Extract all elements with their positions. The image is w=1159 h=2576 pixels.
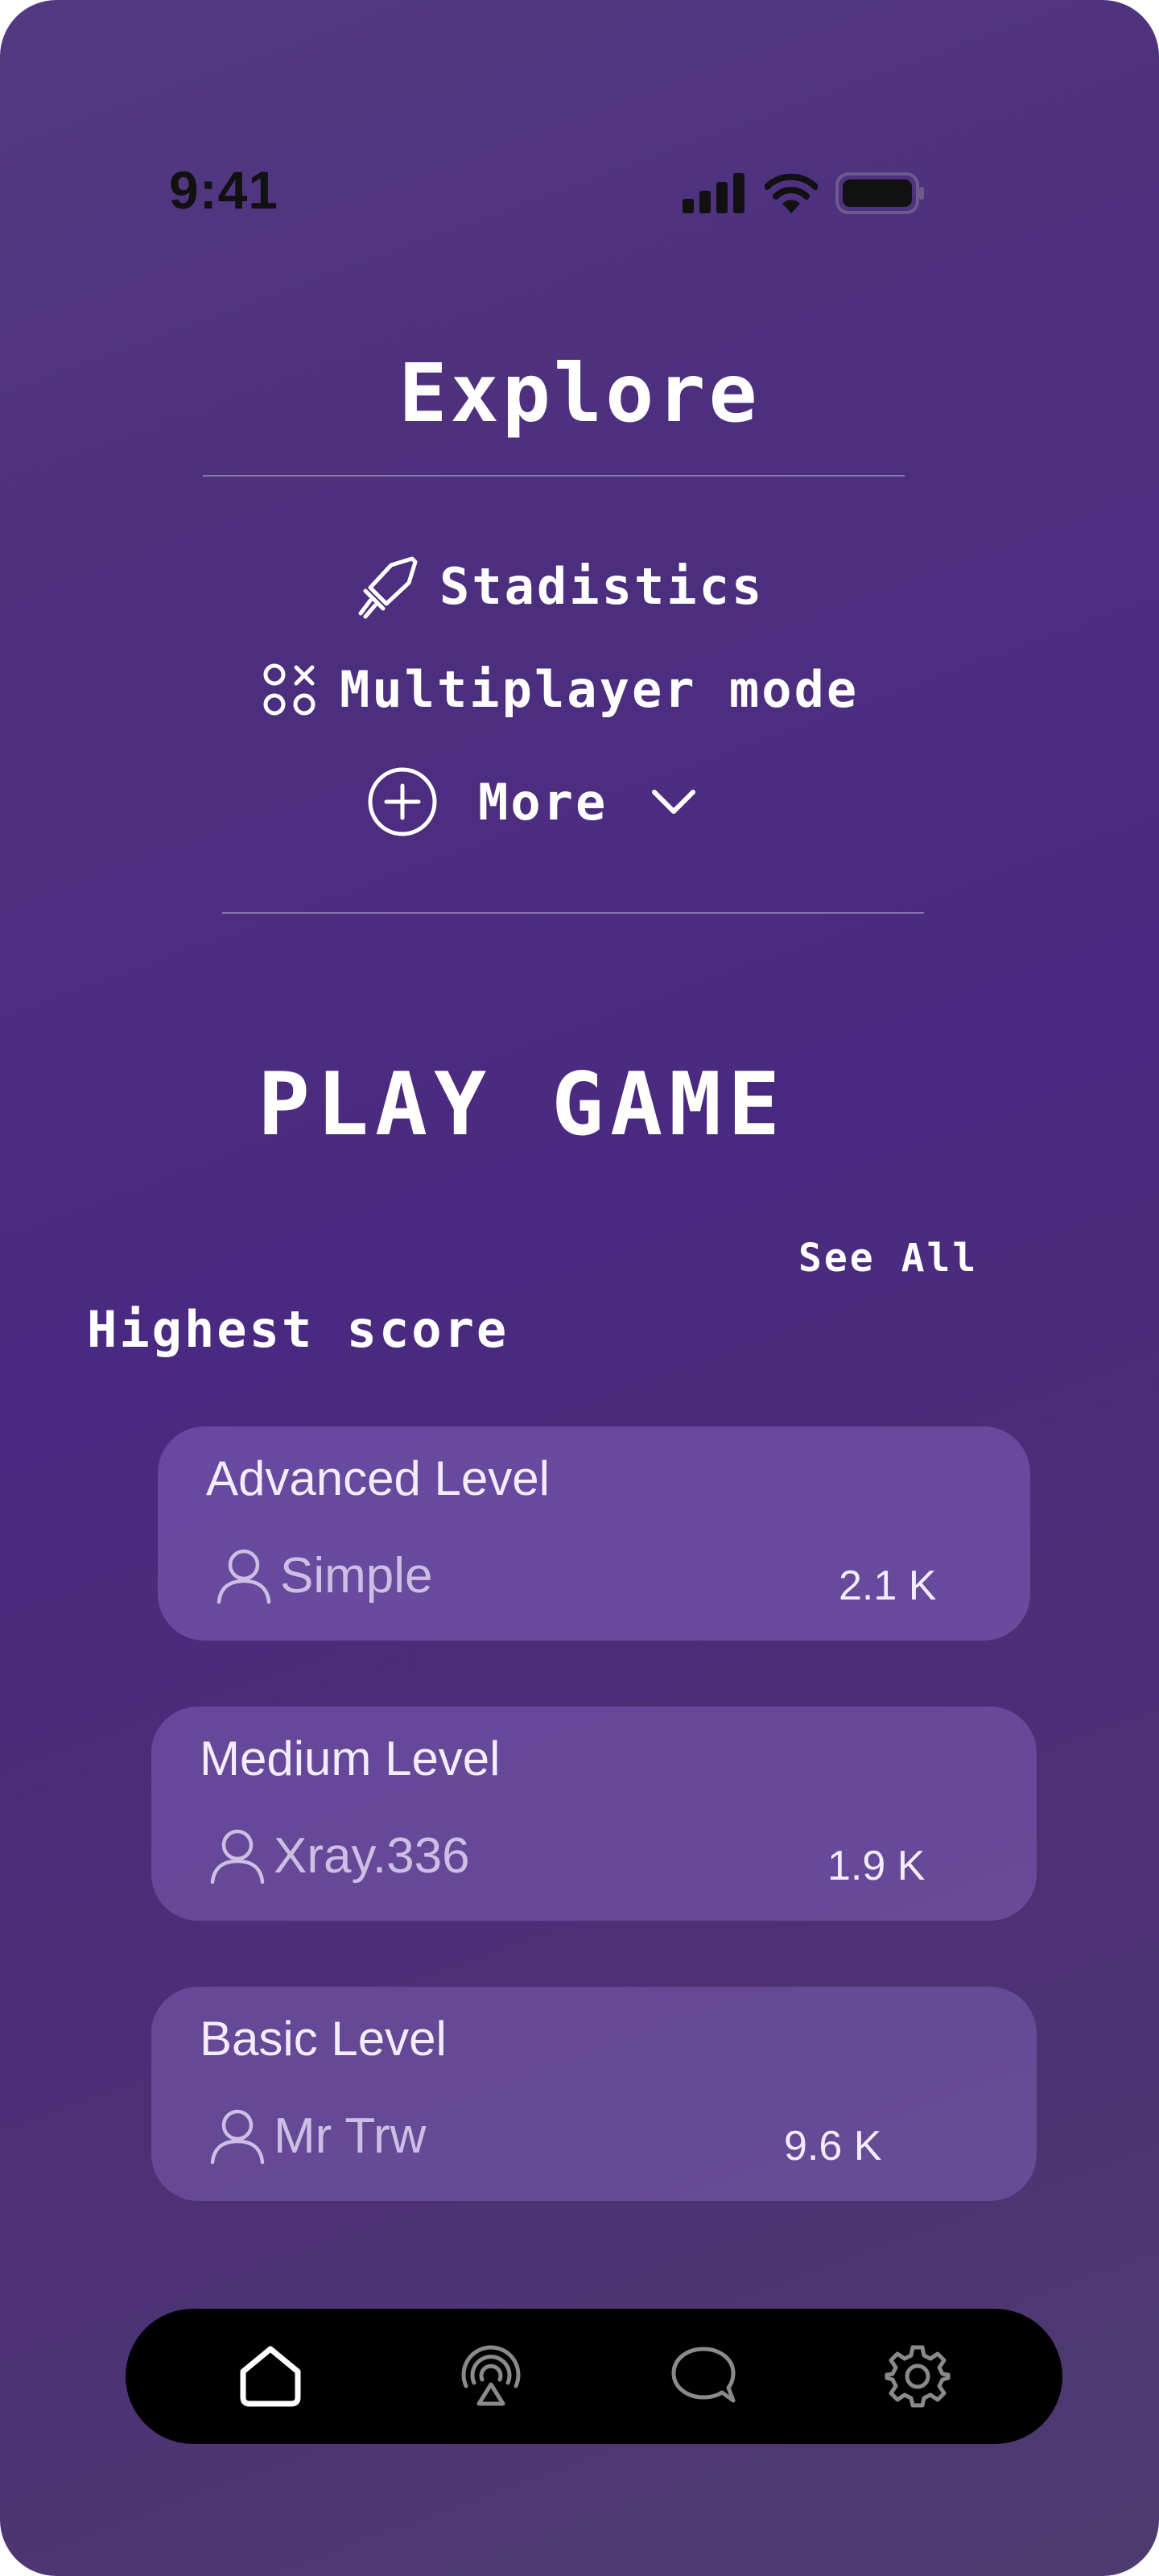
- menu-item-more[interactable]: More: [367, 766, 698, 837]
- card-username: Mr Trw: [274, 2107, 427, 2164]
- card-user: Xray.336: [208, 1826, 470, 1885]
- user-icon: [210, 1829, 265, 1885]
- status-time: 9:41: [169, 160, 279, 220]
- card-username: Xray.336: [274, 1827, 470, 1884]
- user-icon: [210, 2109, 265, 2165]
- card-user: Simple: [214, 1546, 433, 1605]
- battery-icon: [835, 172, 924, 214]
- highest-score-heading: Highest score: [87, 1300, 509, 1359]
- chevron-down-icon: [652, 790, 696, 814]
- chat-icon: [671, 2347, 736, 2403]
- score-card-medium[interactable]: Medium Level Xray.336 1.9 K: [151, 1707, 1037, 1921]
- card-user: Mr Trw: [208, 2106, 426, 2165]
- explore-divider-bottom: [222, 912, 924, 914]
- see-all-link[interactable]: See All: [798, 1236, 978, 1281]
- card-username: Simple: [280, 1547, 433, 1604]
- card-score: 1.9 K: [827, 1843, 926, 1889]
- card-level: Medium Level: [200, 1732, 501, 1785]
- plus-circle-icon: [368, 767, 437, 836]
- shapes-icon: [263, 663, 316, 715]
- settings-icon: [885, 2345, 951, 2408]
- play-game-title: PLAY GAME: [258, 1055, 787, 1155]
- explore-divider-top: [203, 475, 905, 477]
- nav-broadcast[interactable]: [454, 2339, 528, 2413]
- card-score: 2.1 K: [839, 1563, 937, 1609]
- wifi-icon: [765, 173, 818, 213]
- bottom-nav: [126, 2309, 1062, 2444]
- user-icon: [217, 1549, 271, 1604]
- score-card-basic[interactable]: Basic Level Mr Trw 9.6 K: [151, 1987, 1037, 2201]
- menu-item-multiplayer[interactable]: Multiplayer mode: [262, 660, 859, 719]
- home-icon: [240, 2346, 301, 2407]
- app-screen: 9:41 Explore Stadistics Multiplayer mode…: [0, 0, 1159, 2576]
- score-card-advanced[interactable]: Advanced Level Simple 2.1 K: [158, 1426, 1030, 1641]
- menu-label-more: More: [478, 772, 608, 832]
- card-level: Basic Level: [200, 2012, 447, 2066]
- menu-label-stadistics: Stadistics: [439, 556, 765, 616]
- card-score: 9.6 K: [784, 2123, 882, 2169]
- card-level: Advanced Level: [206, 1451, 550, 1505]
- explore-title: Explore: [398, 346, 761, 440]
- menu-item-stadistics[interactable]: Stadistics: [354, 552, 764, 620]
- sword-icon: [358, 556, 418, 619]
- status-icons: [683, 172, 926, 214]
- nav-home[interactable]: [233, 2339, 307, 2413]
- nav-chat[interactable]: [666, 2339, 740, 2413]
- signal-icon: [683, 173, 744, 213]
- menu-label-multiplayer: Multiplayer mode: [340, 660, 860, 719]
- nav-settings[interactable]: [881, 2339, 955, 2413]
- broadcast-icon: [461, 2345, 521, 2406]
